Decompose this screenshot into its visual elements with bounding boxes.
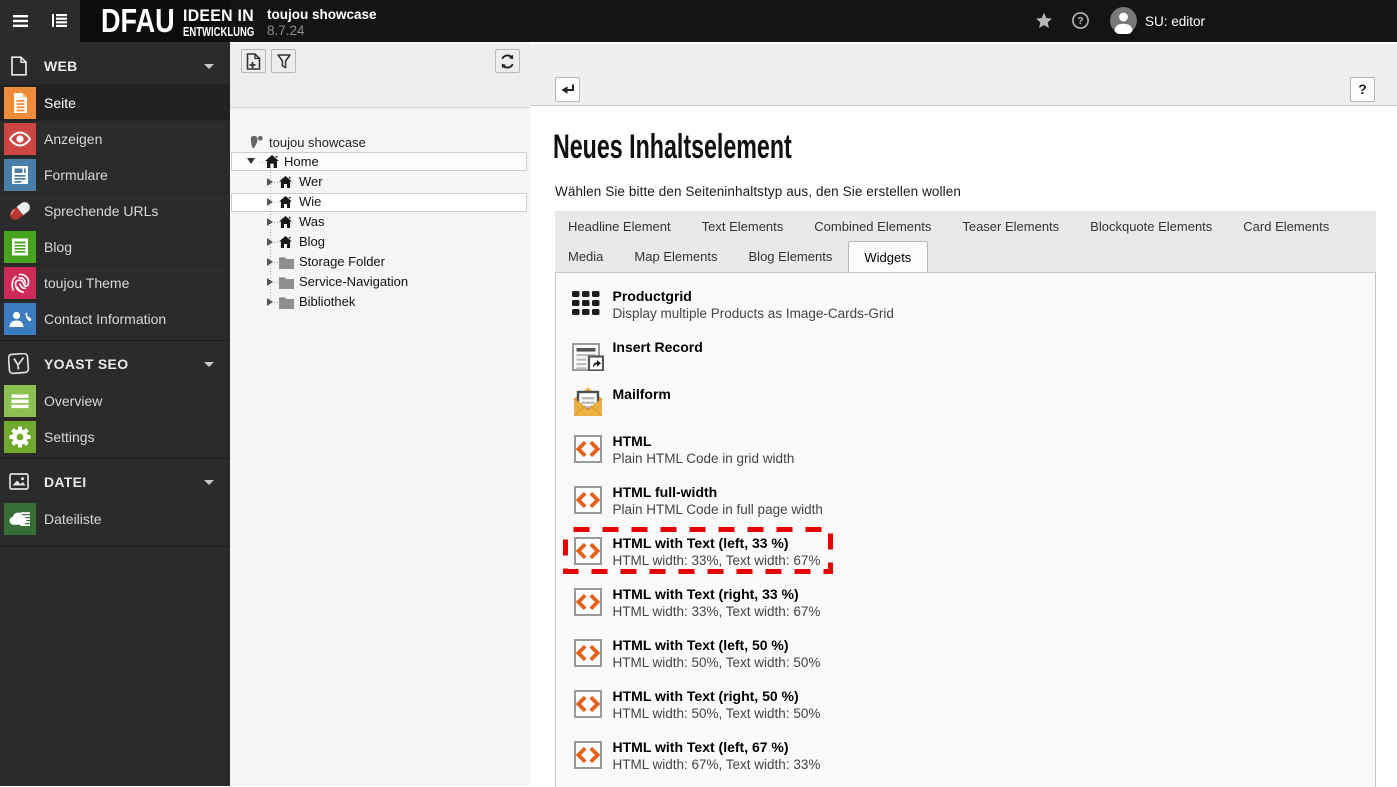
svg-text:?: ? [1077,15,1083,27]
